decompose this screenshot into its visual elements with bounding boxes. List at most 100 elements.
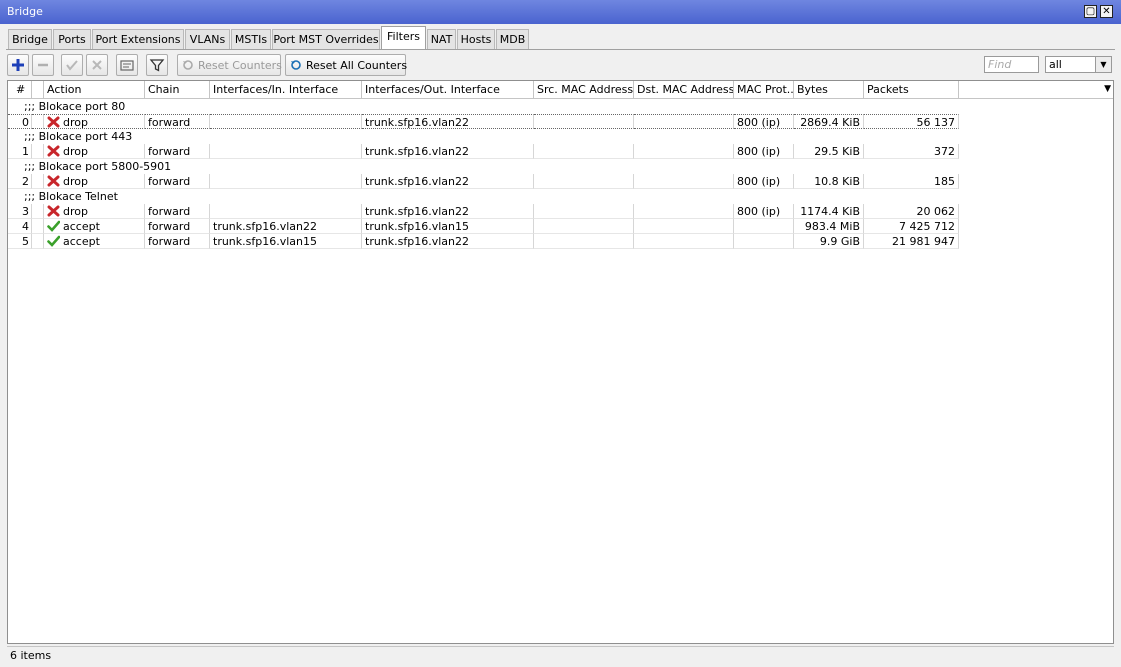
col-packets[interactable]: Packets [864, 81, 959, 98]
col-flag[interactable] [32, 81, 44, 98]
rule-action: accept [44, 219, 145, 234]
table-row[interactable]: 4 accept forward trunk.sfp16.vlan22 trunk.sf… [8, 219, 1113, 234]
rule-flag [32, 234, 44, 249]
tab-bridge[interactable]: Bridge [8, 29, 52, 49]
rule-flag [32, 174, 44, 189]
rule-src-mac [534, 219, 634, 234]
rule-flag [32, 219, 44, 234]
table-row[interactable]: 5 accept forward trunk.sfp16.vlan15 trunk.sf… [8, 234, 1113, 249]
reset-icon [183, 60, 193, 70]
rule-flag [32, 204, 44, 219]
rule-comment: ;;; Blokace Telnet [24, 190, 118, 203]
tab-ports[interactable]: Ports [53, 29, 91, 49]
comment-button[interactable] [116, 54, 138, 76]
item-count: 6 items [10, 649, 52, 662]
rule-action: drop [44, 204, 145, 219]
col-dst-mac[interactable]: Dst. MAC Address... [634, 81, 734, 98]
col-out-interface[interactable]: Interfaces/Out. Interface [362, 81, 534, 98]
remove-button[interactable] [32, 54, 54, 76]
col-bytes[interactable]: Bytes [794, 81, 864, 98]
tab-mdb[interactable]: MDB [496, 29, 529, 49]
tab-vlans[interactable]: VLANs [185, 29, 230, 49]
find-input[interactable] [984, 56, 1039, 73]
rule-comment-row[interactable]: ;;; Blokace port 5800-5901 [8, 159, 1113, 174]
rule-chain: forward [145, 204, 210, 219]
tab-nat[interactable]: NAT [427, 29, 456, 49]
rule-dst-mac [634, 204, 734, 219]
status-bar: 6 items [7, 646, 1114, 666]
tab-mstis[interactable]: MSTIs [231, 29, 271, 49]
rule-packets: 7 425 712 [864, 219, 959, 234]
tab-hosts[interactable]: Hosts [457, 29, 495, 49]
drop-icon [47, 145, 60, 157]
rule-comment-row[interactable]: ;;; Blokace port 80 [8, 99, 1113, 114]
funnel-icon [149, 59, 165, 72]
table-row[interactable]: 0 drop forward trunk.sfp16.vlan22 800 (ip) 28… [8, 114, 1113, 129]
rule-mac-protocol: 800 (ip) [734, 144, 794, 159]
col-action[interactable]: Action [44, 81, 145, 98]
tab-port-extensions[interactable]: Port Extensions [92, 29, 184, 49]
chevron-down-icon: ▼ [1095, 57, 1111, 72]
rule-comment-row[interactable]: ;;; Blokace Telnet [8, 189, 1113, 204]
tab-filters[interactable]: Filters [381, 26, 426, 50]
close-icon[interactable]: ✕ [1100, 5, 1113, 18]
rule-mac-protocol: 800 (ip) [734, 204, 794, 219]
table-row[interactable]: 3 drop forward trunk.sfp16.vlan22 800 (ip) 11… [8, 204, 1113, 219]
filter-select[interactable]: all ▼ [1045, 56, 1112, 73]
rule-number: 4 [8, 219, 32, 234]
rule-out-interface: trunk.sfp16.vlan22 [362, 174, 534, 189]
rule-number: 1 [8, 144, 32, 159]
rule-in-interface: trunk.sfp16.vlan22 [210, 219, 362, 234]
column-menu-icon[interactable]: ▼ [1104, 84, 1111, 94]
rule-out-interface: trunk.sfp16.vlan22 [362, 234, 534, 249]
drop-icon [47, 175, 60, 187]
reset-icon [291, 60, 301, 70]
reset-counters-button[interactable]: Reset Counters [177, 54, 282, 76]
window-title: Bridge [7, 5, 43, 18]
drop-icon [47, 116, 60, 128]
enable-button[interactable] [61, 54, 83, 76]
drop-icon [47, 205, 60, 217]
rule-action: drop [44, 144, 145, 159]
col-chain[interactable]: Chain [145, 81, 210, 98]
rule-number: 3 [8, 204, 32, 219]
rule-mac-protocol: 800 (ip) [734, 174, 794, 189]
rule-dst-mac [634, 174, 734, 189]
rule-chain: forward [145, 174, 210, 189]
table-row[interactable]: 1 drop forward trunk.sfp16.vlan22 800 (ip) 29… [8, 144, 1113, 159]
rule-number: 2 [8, 174, 32, 189]
rule-in-interface [210, 204, 362, 219]
rule-mac-protocol [734, 234, 794, 249]
toolbar: Reset Counters Reset All Counters all ▼ [0, 53, 1121, 77]
accept-icon [47, 220, 60, 232]
rule-action: accept [44, 234, 145, 249]
rule-bytes: 983.4 MiB [794, 219, 864, 234]
col-number[interactable]: # [8, 81, 32, 98]
rule-number: 0 [8, 114, 32, 129]
reset-all-counters-button[interactable]: Reset All Counters [285, 54, 407, 76]
check-icon [66, 60, 78, 71]
rule-comment: ;;; Blokace port 5800-5901 [24, 160, 172, 173]
rule-in-interface [210, 174, 362, 189]
rule-in-interface: trunk.sfp16.vlan15 [210, 234, 362, 249]
rule-dst-mac [634, 234, 734, 249]
filters-table: # Action Chain Interfaces/In. Interface … [7, 80, 1114, 644]
filter-button[interactable] [146, 54, 168, 76]
rule-chain: forward [145, 219, 210, 234]
col-in-interface[interactable]: Interfaces/In. Interface [210, 81, 362, 98]
plus-icon [12, 59, 24, 71]
rule-chain: forward [145, 234, 210, 249]
disable-button[interactable] [86, 54, 108, 76]
col-src-mac[interactable]: Src. MAC Address... [534, 81, 634, 98]
rule-packets: 21 981 947 [864, 234, 959, 249]
rule-comment-row[interactable]: ;;; Blokace port 443 [8, 129, 1113, 144]
maximize-icon[interactable]: ▢ [1084, 5, 1097, 18]
rule-packets: 185 [864, 174, 959, 189]
rule-packets: 372 [864, 144, 959, 159]
col-mac-protocol[interactable]: MAC Prot... [734, 81, 794, 98]
tab-port-mst-overrides[interactable]: Port MST Overrides [272, 29, 380, 49]
add-button[interactable] [7, 54, 29, 76]
table-row[interactable]: 2 drop forward trunk.sfp16.vlan22 800 (ip) 10… [8, 174, 1113, 189]
rule-dst-mac [634, 114, 734, 129]
table-header: # Action Chain Interfaces/In. Interface … [8, 81, 1113, 99]
